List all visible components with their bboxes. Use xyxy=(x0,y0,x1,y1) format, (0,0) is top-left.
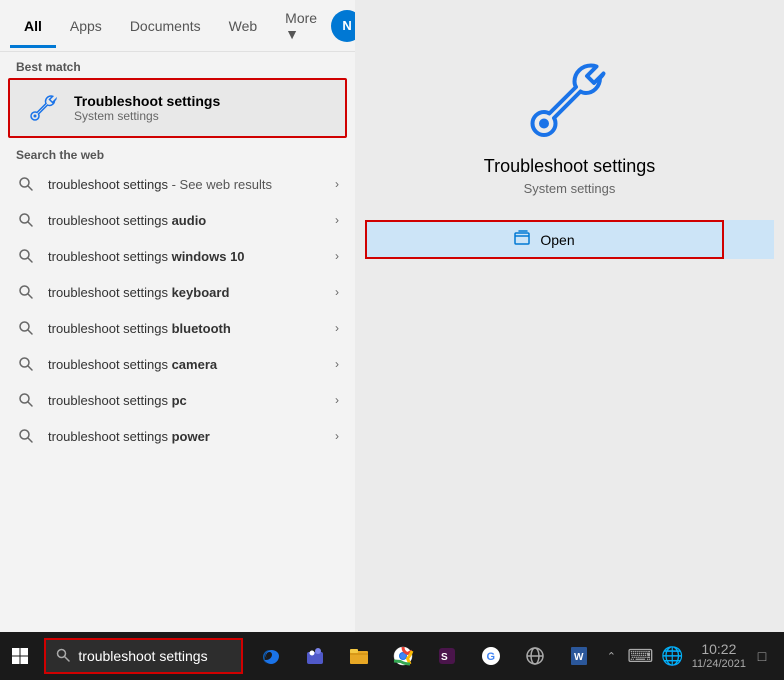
search-result-icon-6 xyxy=(16,390,36,410)
taskbar-google-icon[interactable]: G xyxy=(471,636,511,676)
search-result-item-2[interactable]: troubleshoot settings windows 10 › xyxy=(0,238,355,274)
best-match-item[interactable]: Troubleshoot settings System settings xyxy=(8,78,347,138)
best-match-text: Troubleshoot settings System settings xyxy=(74,93,220,123)
open-icon xyxy=(514,230,532,249)
taskbar-teams-icon[interactable]: T xyxy=(295,636,335,676)
right-panel-icon xyxy=(530,60,610,140)
taskbar-explorer-icon[interactable] xyxy=(339,636,379,676)
search-result-item-6[interactable]: troubleshoot settings pc › xyxy=(0,382,355,418)
search-result-item-3[interactable]: troubleshoot settings keyboard › xyxy=(0,274,355,310)
search-result-icon-2 xyxy=(16,246,36,266)
search-result-icon-7 xyxy=(16,426,36,446)
svg-text:S: S xyxy=(441,652,448,663)
chevron-right-3: › xyxy=(335,285,339,299)
search-result-item-1[interactable]: troubleshoot settings audio › xyxy=(0,202,355,238)
search-result-text-0: troubleshoot settings - See web results xyxy=(48,177,331,192)
chevron-right-2: › xyxy=(335,249,339,263)
taskbar-slack-icon[interactable]: S xyxy=(427,636,467,676)
search-result-text-5: troubleshoot settings camera xyxy=(48,357,331,372)
taskbar-apps: T S xyxy=(251,636,599,676)
taskbar: troubleshoot settings T xyxy=(0,632,784,680)
right-panel-title: Troubleshoot settings xyxy=(484,156,655,177)
svg-text:T: T xyxy=(309,656,314,663)
search-result-item-5[interactable]: troubleshoot settings camera › xyxy=(0,346,355,382)
open-button-label: Open xyxy=(540,232,574,248)
taskbar-search-icon xyxy=(56,648,70,665)
search-result-icon-0 xyxy=(16,174,36,194)
taskbar-vpn-icon[interactable] xyxy=(515,636,555,676)
chevron-right-7: › xyxy=(335,429,339,443)
taskbar-word-icon[interactable]: W xyxy=(559,636,599,676)
taskbar-tray: ⌃ ⌨ 🌐 10:22 11/24/2021 □ xyxy=(599,636,784,676)
chevron-right-0: › xyxy=(335,177,339,191)
best-match-subtitle: System settings xyxy=(74,109,220,123)
taskbar-edge-icon[interactable] xyxy=(251,636,291,676)
svg-text:W: W xyxy=(574,652,584,663)
svg-text:G: G xyxy=(487,651,496,663)
search-result-text-7: troubleshoot settings power xyxy=(48,429,331,444)
search-result-item-0[interactable]: troubleshoot settings - See web results … xyxy=(0,166,355,202)
tab-all[interactable]: All xyxy=(10,4,56,48)
open-button-row: Open xyxy=(365,220,774,259)
tab-apps[interactable]: Apps xyxy=(56,4,116,48)
tray-clock[interactable]: 10:22 11/24/2021 xyxy=(692,641,746,671)
taskbar-search-text: troubleshoot settings xyxy=(78,648,207,664)
search-web-label: Search the web xyxy=(0,138,355,166)
search-result-text-3: troubleshoot settings keyboard xyxy=(48,285,331,300)
chevron-right-6: › xyxy=(335,393,339,407)
search-result-icon-3 xyxy=(16,282,36,302)
tray-keyboard-icon[interactable]: ⌨ xyxy=(627,646,653,667)
tab-web[interactable]: Web xyxy=(215,4,272,48)
chevron-right-4: › xyxy=(335,321,339,335)
right-panel-subtitle: System settings xyxy=(524,181,616,196)
taskbar-search-bar[interactable]: troubleshoot settings xyxy=(44,638,243,674)
tab-documents[interactable]: Documents xyxy=(116,4,215,48)
search-result-text-4: troubleshoot settings bluetooth xyxy=(48,321,331,336)
tray-notification[interactable]: □ xyxy=(750,636,774,676)
chevron-right-1: › xyxy=(335,213,339,227)
open-button-extra[interactable] xyxy=(724,220,774,259)
best-match-label: Best match xyxy=(0,52,355,78)
start-button[interactable] xyxy=(4,636,36,676)
search-result-item-4[interactable]: troubleshoot settings bluetooth › xyxy=(0,310,355,346)
chevron-right-5: › xyxy=(335,357,339,371)
taskbar-chrome-icon[interactable] xyxy=(383,636,423,676)
tab-bar: All Apps Documents Web More ▼ N 💬 ⋯ ✕ xyxy=(0,0,355,52)
tab-more[interactable]: More ▼ xyxy=(271,0,331,56)
best-match-title: Troubleshoot settings xyxy=(74,93,220,109)
tray-network-icon[interactable]: 🌐 xyxy=(661,646,683,667)
search-result-icon-1 xyxy=(16,210,36,230)
search-result-text-6: troubleshoot settings pc xyxy=(48,393,331,408)
search-result-text-2: troubleshoot settings windows 10 xyxy=(48,249,331,264)
search-result-icon-4 xyxy=(16,318,36,338)
search-result-item-7[interactable]: troubleshoot settings power › xyxy=(0,418,355,454)
tray-chevron[interactable]: ⌃ xyxy=(599,636,623,676)
search-result-icon-5 xyxy=(16,354,36,374)
search-left-panel: All Apps Documents Web More ▼ N 💬 ⋯ ✕ Be… xyxy=(0,0,355,640)
wrench-icon xyxy=(26,90,62,126)
search-right-panel: Troubleshoot settings System settings Op… xyxy=(355,0,784,640)
search-result-text-1: troubleshoot settings audio xyxy=(48,213,331,228)
open-button[interactable]: Open xyxy=(365,220,724,259)
